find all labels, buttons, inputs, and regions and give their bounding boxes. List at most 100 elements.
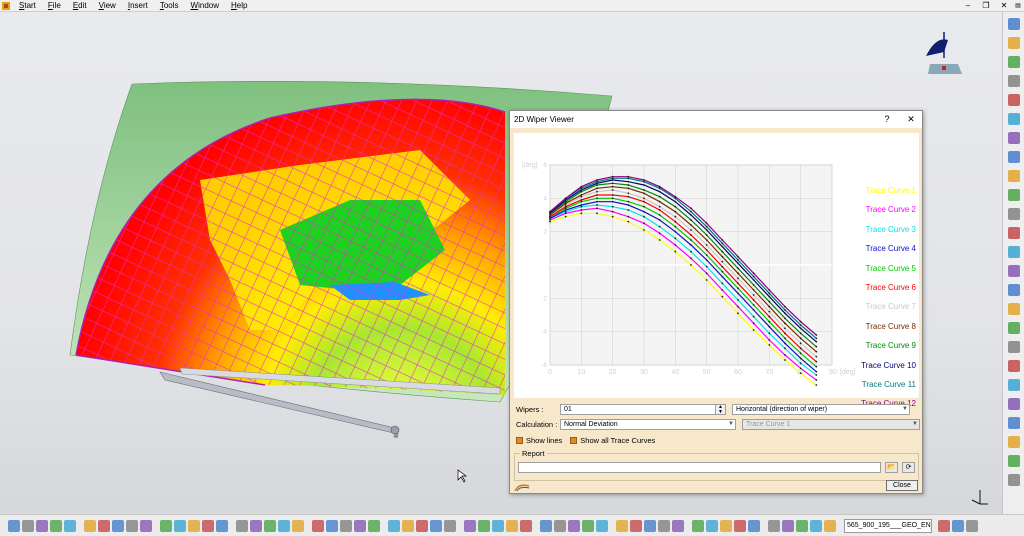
tool-icon[interactable] xyxy=(1008,322,1020,334)
toolbar-icon[interactable] xyxy=(478,520,490,532)
toolbar-icon[interactable] xyxy=(368,520,380,532)
direction-dropdown[interactable]: Horizontal (direction of wiper) ▼ xyxy=(732,404,910,415)
toolbar-icon[interactable] xyxy=(520,520,532,532)
active-document-field[interactable]: 565_900_195___GEO_EN_( xyxy=(844,519,932,533)
tool-icon[interactable] xyxy=(1008,208,1020,220)
toolbar-icon[interactable] xyxy=(782,520,794,532)
toolbar-icon[interactable] xyxy=(644,520,656,532)
compass-icon[interactable] xyxy=(922,28,964,76)
tool-icon[interactable] xyxy=(1008,341,1020,353)
toolbar-icon[interactable] xyxy=(264,520,276,532)
tool-icon[interactable] xyxy=(1008,132,1020,144)
toolbar-icon[interactable] xyxy=(672,520,684,532)
toolbar-icon[interactable] xyxy=(824,520,836,532)
toolbar-icon[interactable] xyxy=(768,520,780,532)
toolbar-icon[interactable] xyxy=(50,520,62,532)
toolbar-icon[interactable] xyxy=(160,520,172,532)
toolbar-icon[interactable] xyxy=(216,520,228,532)
close-x-icon[interactable]: ✕ xyxy=(900,111,922,128)
toolbar-icon[interactable] xyxy=(326,520,338,532)
tool-icon[interactable] xyxy=(1008,360,1020,372)
dialog-titlebar[interactable]: 2D Wiper Viewer ? ✕ xyxy=(510,111,922,128)
wipers-spinner[interactable]: 01 ▲ ▼ xyxy=(560,404,726,415)
tool-icon[interactable] xyxy=(1008,37,1020,49)
toolbar-icon[interactable] xyxy=(236,520,248,532)
menu-insert[interactable]: Insert xyxy=(122,0,154,12)
toolbar-icon[interactable] xyxy=(582,520,594,532)
toolbar-icon[interactable] xyxy=(464,520,476,532)
toolbar-icon[interactable] xyxy=(416,520,428,532)
toolbar-icon[interactable] xyxy=(292,520,304,532)
tool-icon[interactable] xyxy=(1008,379,1020,391)
show-all-traces-checkbox[interactable] xyxy=(570,437,578,444)
tool-icon[interactable] xyxy=(1008,170,1020,182)
tool-icon[interactable] xyxy=(1008,113,1020,125)
tool-icon[interactable] xyxy=(1008,94,1020,106)
toolbar-icon[interactable] xyxy=(616,520,628,532)
toolbar-icon[interactable] xyxy=(540,520,552,532)
toolbar-icon[interactable] xyxy=(492,520,504,532)
toolbar-icon[interactable] xyxy=(630,520,642,532)
toolbar-icon[interactable] xyxy=(64,520,76,532)
toolbar-icon[interactable] xyxy=(444,520,456,532)
toolbar-icon[interactable] xyxy=(952,520,964,532)
tool-icon[interactable] xyxy=(1008,151,1020,163)
toolbar-icon[interactable] xyxy=(506,520,518,532)
restore-icon[interactable]: ❐ xyxy=(980,0,992,12)
menu-tools[interactable]: Tools xyxy=(154,0,185,12)
tool-icon[interactable] xyxy=(1008,284,1020,296)
toolbar-icon[interactable] xyxy=(402,520,414,532)
catia-app-icon[interactable] xyxy=(1,1,11,11)
toolbar-icon[interactable] xyxy=(658,520,670,532)
report-path-input[interactable] xyxy=(518,462,881,473)
toolbar-icon[interactable] xyxy=(140,520,152,532)
toolbar-icon[interactable] xyxy=(126,520,138,532)
toolbar-icon[interactable] xyxy=(734,520,746,532)
tool-icon[interactable] xyxy=(1008,455,1020,467)
toolbar-icon[interactable] xyxy=(112,520,124,532)
toolbar-icon[interactable] xyxy=(706,520,718,532)
toolbar-icon[interactable] xyxy=(720,520,732,532)
toolbar-icon[interactable] xyxy=(568,520,580,532)
toolbar-icon[interactable] xyxy=(84,520,96,532)
tool-icon[interactable] xyxy=(1008,474,1020,486)
tool-icon[interactable] xyxy=(1008,265,1020,277)
menu-help[interactable]: Help xyxy=(225,0,253,12)
menu-view[interactable]: View xyxy=(93,0,122,12)
menu-file[interactable]: File xyxy=(42,0,67,12)
tool-icon[interactable] xyxy=(1008,75,1020,87)
tool-icon[interactable] xyxy=(1008,189,1020,201)
toolbar-icon[interactable] xyxy=(36,520,48,532)
show-lines-checkbox[interactable] xyxy=(516,437,523,444)
tool-icon[interactable] xyxy=(1008,227,1020,239)
tool-icon[interactable] xyxy=(1008,436,1020,448)
toolbar-icon[interactable] xyxy=(748,520,760,532)
minimize-icon[interactable]: – xyxy=(962,0,974,12)
toolbar-icon[interactable] xyxy=(202,520,214,532)
refresh-report-icon[interactable]: ⟳ xyxy=(902,462,915,473)
toolbar-icon[interactable] xyxy=(796,520,808,532)
toolbar-icon[interactable] xyxy=(430,520,442,532)
tool-icon[interactable] xyxy=(1008,303,1020,315)
toolbar-icon[interactable] xyxy=(340,520,352,532)
calculation-dropdown[interactable]: Normal Deviation ▼ xyxy=(560,419,736,430)
menu-edit[interactable]: Edit xyxy=(67,0,93,12)
toolbar-icon[interactable] xyxy=(22,520,34,532)
toolbar-icon[interactable] xyxy=(554,520,566,532)
tool-icon[interactable] xyxy=(1008,417,1020,429)
toolbar-icon[interactable] xyxy=(250,520,262,532)
toolbar-icon[interactable] xyxy=(388,520,400,532)
help-button[interactable]: ? xyxy=(876,111,898,128)
toolbar-icon[interactable] xyxy=(8,520,20,532)
spin-arrows-icon[interactable]: ▲ ▼ xyxy=(715,405,725,414)
toolbar-icon[interactable] xyxy=(810,520,822,532)
close-window-icon[interactable]: ✕ xyxy=(998,0,1010,12)
toolbar-icon[interactable] xyxy=(188,520,200,532)
toolbar-icon[interactable] xyxy=(938,520,950,532)
toolbar-icon[interactable] xyxy=(98,520,110,532)
close-button[interactable]: Close xyxy=(886,480,918,491)
menu-start[interactable]: Start xyxy=(13,0,42,12)
toolbar-icon[interactable] xyxy=(278,520,290,532)
toolbar-icon[interactable] xyxy=(966,520,978,532)
toolbar-icon[interactable] xyxy=(312,520,324,532)
